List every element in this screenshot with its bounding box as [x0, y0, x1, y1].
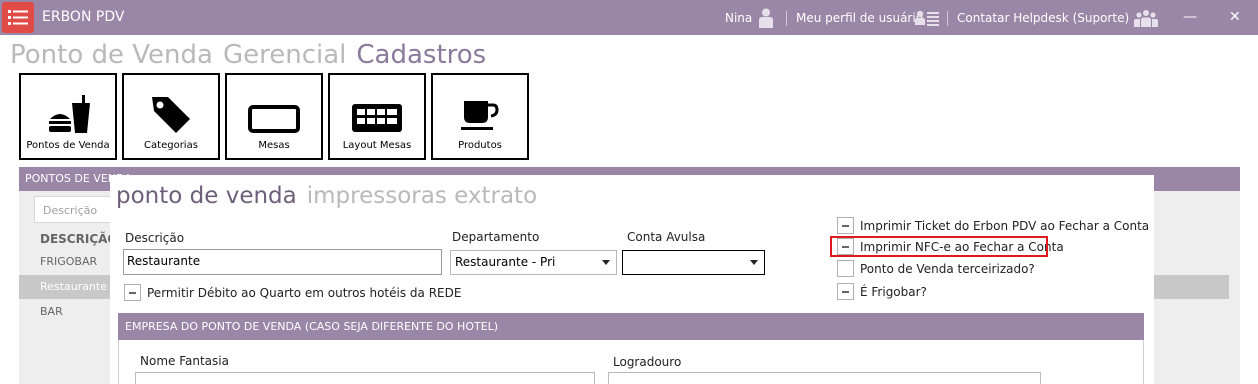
nav-gerencial[interactable]: Gerencial: [223, 40, 346, 70]
empresa-section-header: EMPRESA DO PONTO DE VENDA (CASO SEJA DIF…: [118, 313, 1144, 340]
nav-ponto-de-venda[interactable]: Ponto de Venda: [10, 40, 213, 70]
indeterminate-mark: [129, 292, 136, 294]
divider: [947, 11, 948, 26]
imprimir-ticket-checkbox[interactable]: [837, 217, 854, 234]
user-name[interactable]: Nina: [725, 11, 752, 25]
departamento-value: Restaurante - Pri: [455, 255, 556, 269]
tile-label: Layout Mesas: [342, 140, 412, 151]
dialog-tabs: ponto de venda impressoras extrato: [116, 183, 537, 209]
tile-layout-mesas[interactable]: Layout Mesas: [328, 73, 426, 160]
title-bar: ERBON PDV Nina Meu perfil de usuário Con…: [0, 0, 1258, 35]
tile-mesas[interactable]: Mesas: [225, 73, 323, 160]
profile-link[interactable]: Meu perfil de usuário: [796, 11, 923, 25]
tile-categorias[interactable]: Categorias: [122, 73, 220, 160]
highlight-annotation: [830, 236, 1048, 257]
imprimir-ticket-label: Imprimir Ticket do Erbon PDV ao Fechar a…: [860, 219, 1150, 233]
logradouro-label: Logradouro: [613, 355, 682, 369]
terceirizado-checkbox[interactable]: [837, 260, 854, 277]
cup-icon: [433, 99, 527, 131]
departamento-label: Departamento: [452, 230, 540, 244]
helpdesk-group-icon[interactable]: [1134, 9, 1158, 27]
nav-cadastros[interactable]: Cadastros: [356, 40, 486, 70]
grid-layout-icon: [330, 103, 424, 133]
column-header-descricao[interactable]: DESCRIÇÃO: [40, 232, 118, 246]
conta-avulsa-label: Conta Avulsa: [627, 230, 706, 244]
tab-ponto-de-venda[interactable]: ponto de venda: [116, 183, 297, 209]
top-navigation: Ponto de Venda Gerencial Cadastros: [10, 40, 496, 70]
permitir-debito-checkbox[interactable]: [124, 284, 141, 301]
tile-label: Pontos de Venda: [26, 140, 110, 151]
frigobar-label: É Frigobar?: [860, 285, 927, 299]
menu-list-icon: [8, 10, 28, 25]
terceirizado-label: Ponto de Venda terceirizado?: [860, 262, 1035, 276]
close-button[interactable]: ✕: [1229, 9, 1241, 25]
logradouro-field[interactable]: [608, 372, 1041, 384]
chevron-down-icon: [750, 260, 758, 265]
permitir-debito-label: Permitir Débito ao Quarto em outros hoté…: [147, 286, 462, 300]
app-menu-button[interactable]: [2, 2, 34, 33]
descricao-field[interactable]: Restaurante: [123, 249, 442, 275]
frigobar-checkbox[interactable]: [837, 283, 854, 300]
nome-fantasia-field[interactable]: [135, 372, 595, 384]
indeterminate-mark: [842, 225, 849, 227]
indeterminate-mark: [842, 291, 849, 293]
nome-fantasia-label: Nome Fantasia: [140, 354, 229, 368]
helpdesk-link[interactable]: Contatar Helpdesk (Suporte): [957, 11, 1129, 25]
user-icon[interactable]: [757, 8, 775, 28]
divider: [786, 11, 787, 26]
tile-label: Categorias: [144, 140, 198, 151]
profile-card-icon[interactable]: [915, 10, 939, 28]
tile-produtos[interactable]: Produtos: [431, 73, 529, 160]
minimize-button[interactable]: —: [1183, 9, 1197, 25]
chevron-down-icon: [602, 260, 610, 265]
departamento-select[interactable]: Restaurante - Pri: [450, 250, 617, 275]
tag-icon: [124, 95, 218, 133]
tile-label: Mesas: [258, 140, 290, 151]
tile-label: Produtos: [458, 140, 502, 151]
tab-impressoras-extrato[interactable]: impressoras extrato: [307, 183, 537, 209]
descricao-label: Descrição: [125, 231, 185, 245]
food-drink-icon: [21, 95, 115, 133]
tile-pontos-de-venda[interactable]: Pontos de Venda: [19, 73, 117, 160]
app-title: ERBON PDV: [42, 9, 125, 25]
table-rect-icon: [227, 105, 321, 133]
conta-avulsa-select[interactable]: [622, 250, 765, 275]
